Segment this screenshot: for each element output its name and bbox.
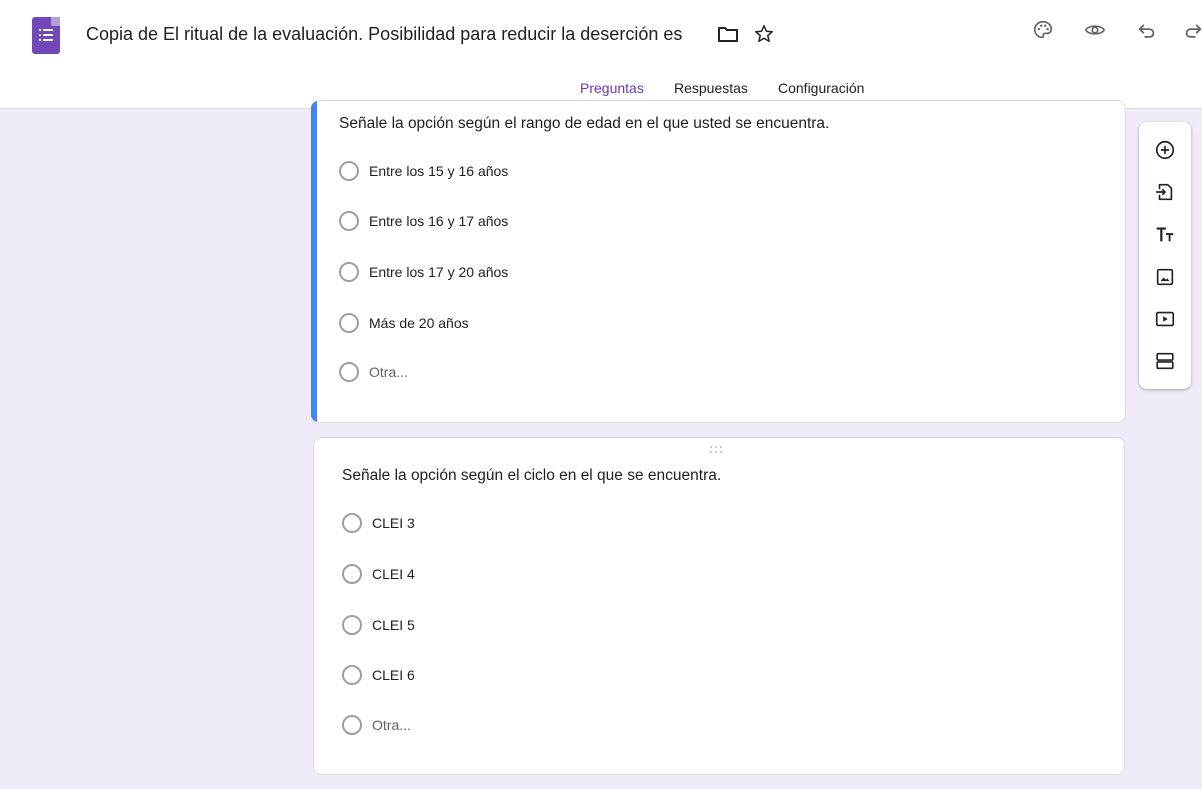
option-item[interactable]: Entre los 15 y 16 años <box>339 160 508 182</box>
add-title-icon[interactable] <box>1152 222 1178 248</box>
radio-button[interactable] <box>342 513 362 533</box>
add-video-icon[interactable] <box>1152 306 1178 332</box>
option-other[interactable]: Otra... <box>339 361 408 383</box>
folder-icon[interactable] <box>716 22 740 46</box>
question-card-age[interactable]: Señale la opción según el rango de edad … <box>311 100 1126 423</box>
forms-logo-icon[interactable] <box>32 17 60 54</box>
add-image-icon[interactable] <box>1152 264 1178 290</box>
radio-button[interactable] <box>339 262 359 282</box>
option-item[interactable]: CLEI 5 <box>342 614 415 636</box>
star-icon[interactable] <box>752 22 776 46</box>
option-item[interactable]: Entre los 17 y 20 años <box>339 261 508 283</box>
radio-button[interactable] <box>342 665 362 685</box>
tab-configuracion[interactable]: Configuración <box>778 80 864 96</box>
question-card-cycle[interactable]: Señale la opción según el ciclo en el qu… <box>313 437 1125 775</box>
radio-button[interactable] <box>339 362 359 382</box>
side-toolbar <box>1139 122 1191 389</box>
radio-button[interactable] <box>339 313 359 333</box>
tab-respuestas[interactable]: Respuestas <box>674 80 748 96</box>
top-bar: Copia de El ritual de la evaluación. Pos… <box>0 0 1202 109</box>
radio-button[interactable] <box>342 564 362 584</box>
active-card-indicator <box>311 101 317 422</box>
option-item[interactable]: CLEI 6 <box>342 664 415 686</box>
redo-icon[interactable] <box>1180 17 1202 43</box>
question-title: Señale la opción según el ciclo en el qu… <box>342 467 722 484</box>
tab-preguntas[interactable]: Preguntas <box>580 80 644 96</box>
undo-icon[interactable] <box>1134 17 1160 43</box>
option-item[interactable]: Entre los 16 y 17 años <box>339 210 508 232</box>
import-questions-icon[interactable] <box>1152 179 1178 205</box>
drag-handle-icon[interactable] <box>710 446 728 456</box>
radio-button[interactable] <box>339 211 359 231</box>
option-item[interactable]: CLEI 4 <box>342 563 415 585</box>
add-question-icon[interactable] <box>1152 137 1178 163</box>
add-section-icon[interactable] <box>1152 348 1178 374</box>
question-title: Señale la opción según el rango de edad … <box>339 115 830 132</box>
radio-button[interactable] <box>342 615 362 635</box>
option-other[interactable]: Otra... <box>342 714 411 736</box>
radio-button[interactable] <box>339 161 359 181</box>
option-item[interactable]: CLEI 3 <box>342 512 415 534</box>
palette-icon[interactable] <box>1030 17 1056 43</box>
eye-icon[interactable] <box>1082 17 1108 43</box>
document-title[interactable]: Copia de El ritual de la evaluación. Pos… <box>86 24 711 45</box>
option-item[interactable]: Más de 20 años <box>339 312 469 334</box>
radio-button[interactable] <box>342 715 362 735</box>
